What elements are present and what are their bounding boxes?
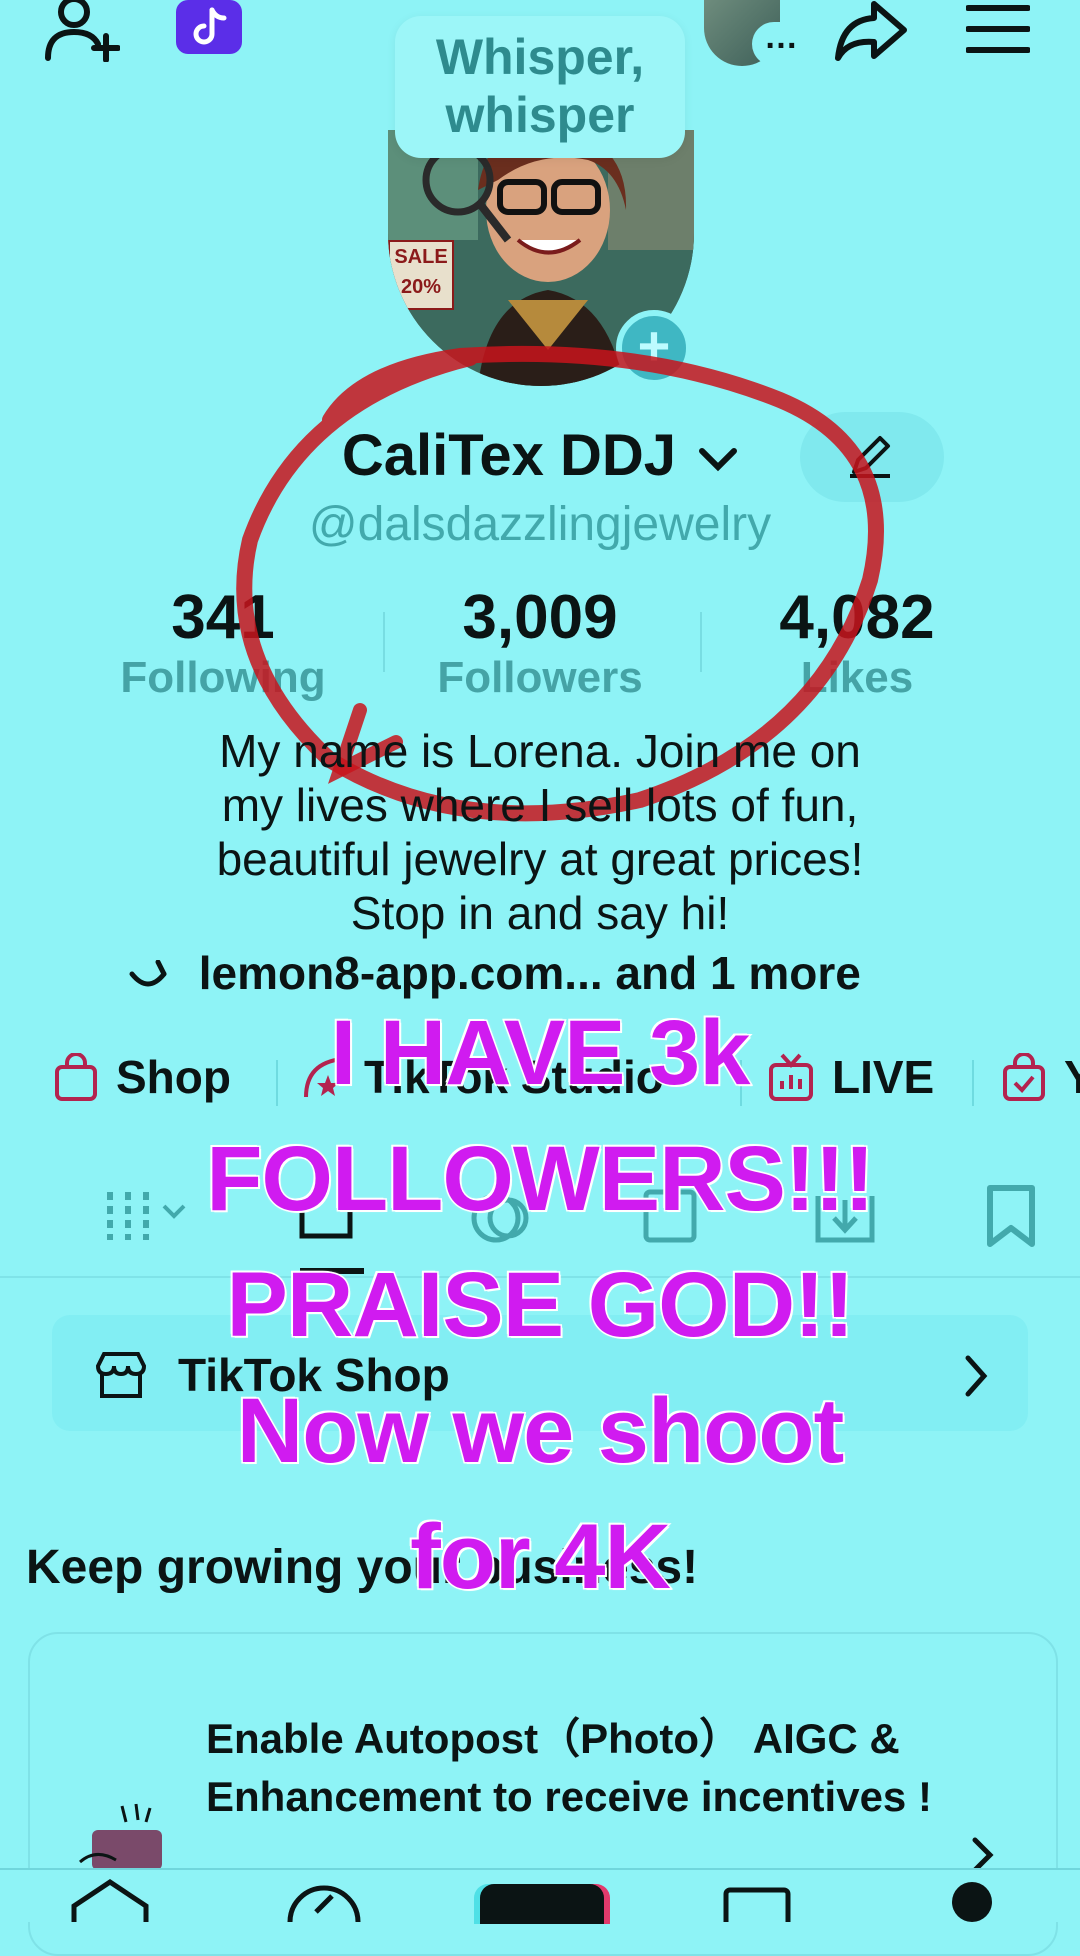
bio-line: My name is Lorena. Join me on xyxy=(219,725,861,777)
followers-label: Followers xyxy=(437,653,643,702)
tool-label: Shop xyxy=(116,1051,231,1103)
tool-separator xyxy=(740,1060,742,1106)
note-bubble-line-1: Whisper, xyxy=(435,29,645,85)
tool-tiktok-studio[interactable]: TikTok Studio xyxy=(302,1050,664,1104)
tiktok-shop-label: TikTok Shop xyxy=(178,1349,450,1401)
sale-badge-line-1: SALE xyxy=(394,246,448,268)
note-bubble[interactable]: Whisper, whisper xyxy=(395,16,685,158)
active-tab-indicator xyxy=(300,1268,364,1274)
tool-partial[interactable]: Y xyxy=(1002,1050,1080,1104)
create-button[interactable] xyxy=(480,1884,604,1924)
edit-profile-button[interactable] xyxy=(800,412,944,502)
add-friend-icon[interactable] xyxy=(44,0,120,62)
tool-shop[interactable]: Shop xyxy=(54,1050,231,1104)
shop-tab-icon[interactable] xyxy=(296,1186,356,1246)
studio-star-icon xyxy=(304,1057,343,1098)
chevron-right-icon xyxy=(965,1355,988,1397)
downloads-tab-icon[interactable] xyxy=(812,1186,878,1246)
bio-line: Stop in and say hi! xyxy=(350,887,730,939)
bio-line: my lives where I sell lots of fun, xyxy=(221,779,859,831)
tool-live[interactable]: LIVE xyxy=(768,1050,934,1104)
likes-label: Likes xyxy=(800,653,914,702)
tv-icon xyxy=(769,1053,813,1101)
private-tab-icon[interactable] xyxy=(640,1186,700,1246)
link-icon xyxy=(128,959,168,994)
shopping-bag-icon xyxy=(55,1053,97,1101)
bio-link[interactable]: lemon8-app.com... and 1 more xyxy=(128,946,861,1000)
bio-link-text: lemon8-app.com... and 1 more xyxy=(198,947,861,999)
share-icon[interactable] xyxy=(834,0,908,62)
stat-followers[interactable]: 3,009 Followers xyxy=(420,582,660,703)
stat-following[interactable]: 341 Following xyxy=(100,582,346,703)
repost-tab-icon[interactable] xyxy=(466,1188,536,1248)
growth-heading: Keep growing your business! xyxy=(26,1541,699,1594)
stat-likes[interactable]: 4,082 Likes xyxy=(742,582,972,703)
grid-tab-icon[interactable] xyxy=(104,1186,194,1246)
more-accounts-indicator[interactable]: … xyxy=(752,20,810,66)
sale-badge-line-2: 20% xyxy=(400,276,442,298)
bookmark-tab-icon[interactable] xyxy=(986,1184,1036,1248)
pencil-icon xyxy=(850,436,890,478)
chevron-down-icon[interactable] xyxy=(698,447,738,473)
stat-divider xyxy=(700,612,702,672)
content-tabs xyxy=(0,1176,1080,1278)
home-icon[interactable] xyxy=(70,1878,150,1922)
followers-count: 3,009 xyxy=(462,583,618,652)
stat-divider xyxy=(383,612,385,672)
discover-icon[interactable] xyxy=(286,1882,362,1922)
following-label: Following xyxy=(120,653,326,702)
bag-check-icon xyxy=(1003,1053,1045,1101)
tool-label: LIVE xyxy=(832,1051,935,1103)
add-story-button[interactable]: + xyxy=(616,310,692,386)
tool-separator xyxy=(972,1060,974,1106)
profile-handle: @dalsdazzlingjewelry xyxy=(308,498,772,551)
tool-label: Y xyxy=(1064,1051,1080,1103)
likes-count: 4,082 xyxy=(779,583,935,652)
tool-label: TikTok Studio xyxy=(364,1051,664,1103)
profile-bio: My name is Lorena. Join me on my lives w… xyxy=(90,724,990,940)
note-bubble-line-2: whisper xyxy=(445,87,635,143)
profile-nav-icon[interactable] xyxy=(952,1882,992,1922)
store-icon xyxy=(95,1352,147,1398)
profile-name: CaliTex DDJ xyxy=(341,423,677,488)
bio-line: beautiful jewelry at great prices! xyxy=(216,833,864,885)
tiktok-badge-icon[interactable] xyxy=(174,0,244,56)
menu-icon[interactable] xyxy=(966,4,1030,54)
bottom-navigation xyxy=(0,1868,1080,1924)
inbox-icon[interactable] xyxy=(722,1886,792,1922)
following-count: 341 xyxy=(171,583,275,652)
autopost-card-text: Enable Autopost（Photo） AIGC & Enhancemen… xyxy=(206,1715,932,1820)
sale-badge: SALE 20% xyxy=(388,240,454,310)
megaphone-illustration-icon xyxy=(79,1803,162,1870)
tool-separator xyxy=(276,1060,278,1106)
